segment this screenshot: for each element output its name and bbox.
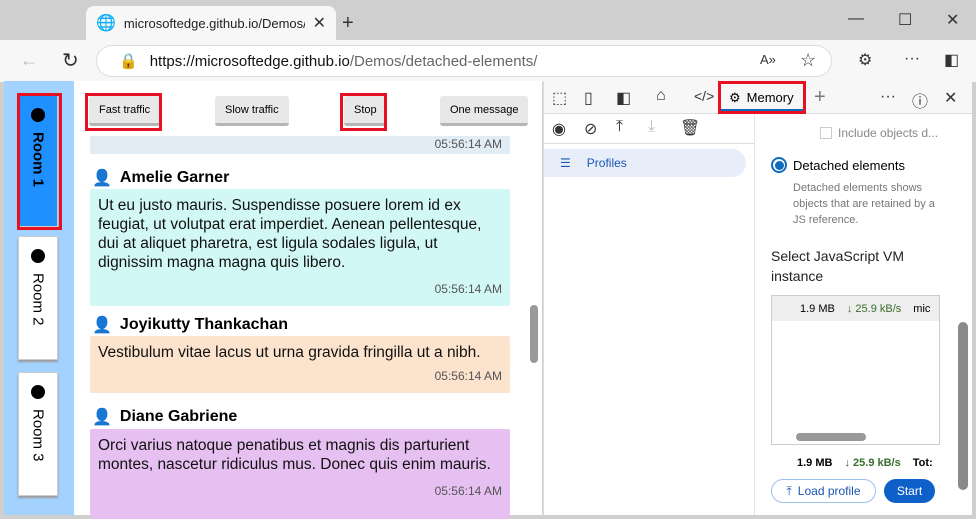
chat-scrollbar[interactable]: [528, 143, 541, 513]
device-icon[interactable]: ▯: [584, 88, 593, 108]
vm-name: mic: [913, 303, 930, 315]
url-host: https://microsoftedge.github.io: [150, 53, 350, 70]
total-label: Tot:: [913, 457, 933, 469]
total-size: 1.9 MB: [797, 457, 832, 469]
radio-label: Detached elements: [793, 158, 905, 173]
memory-tab-label: Memory: [747, 90, 794, 105]
globe-icon: 🌐: [96, 13, 116, 33]
author-name: Diane Gabriene: [120, 408, 237, 426]
vm-size: 1.9 MB: [800, 303, 835, 315]
devtools-scrollbar[interactable]: [958, 322, 968, 490]
slow-traffic-button[interactable]: Slow traffic: [215, 96, 289, 126]
profiles-label: Profiles: [587, 156, 627, 170]
highlight: [340, 93, 387, 131]
inspect-icon[interactable]: ⬚: [552, 88, 567, 108]
lock-icon: 🔒: [119, 52, 138, 70]
timestamp: 05:56:14 AM: [98, 482, 502, 501]
detached-description: Detached elements shows objects that are…: [793, 180, 943, 228]
detached-elements-radio[interactable]: Detached elements: [771, 157, 905, 173]
user-icon: 👤: [92, 168, 112, 188]
message-text: Vestibulum vitae lacus ut urna gravida f…: [98, 343, 502, 362]
vm-rate: ↓ 25.9 kB/s: [847, 303, 901, 315]
select-vm-heading: Select JavaScript VM instance: [771, 246, 941, 286]
help-icon[interactable]: ⓘ: [912, 88, 928, 112]
add-tab-icon[interactable]: +: [814, 86, 826, 109]
close-tab-icon[interactable]: ✕: [313, 13, 326, 33]
back-icon[interactable]: ←: [20, 50, 38, 71]
user-icon: 👤: [92, 315, 112, 335]
start-button[interactable]: Start: [884, 479, 935, 503]
vm-total: 1.9 MB ↓ 25.9 kB/s Tot:: [797, 457, 940, 469]
elements-icon[interactable]: </>: [694, 88, 714, 104]
button-label: Load profile: [798, 484, 861, 498]
more-tools-icon[interactable]: ···: [880, 88, 896, 106]
author-name: Amelie Garner: [120, 169, 229, 187]
timestamp: 05:56:14 AM: [98, 280, 502, 299]
record-icon[interactable]: ◉: [552, 119, 566, 139]
message-text: Ut eu justo mauris. Suspendisse posuere …: [98, 196, 502, 272]
upload-icon[interactable]: ⤒: [616, 118, 623, 136]
room-2-button[interactable]: Room 2: [18, 236, 58, 360]
more-icon[interactable]: ···: [904, 50, 920, 68]
message-author: 👤 Joyikutty Thankachan: [92, 315, 288, 335]
memory-tab[interactable]: ⚙ Memory: [718, 81, 806, 114]
user-icon: 👤: [92, 407, 112, 427]
refresh-icon[interactable]: ↻: [62, 48, 79, 73]
timestamp: 05:56:14 AM: [435, 137, 502, 151]
sidebar-icon[interactable]: ◧: [944, 50, 959, 70]
maximize-icon[interactable]: ☐: [898, 10, 912, 30]
minimize-icon[interactable]: —: [848, 10, 864, 28]
tab-title: microsoftedge.github.io/Demos/d: [124, 16, 305, 31]
sliders-icon: ☰: [560, 156, 571, 170]
extensions-icon[interactable]: ⚙: [858, 50, 872, 70]
vm-instance-list: 1.9 MB ↓ 25.9 kB/s mic: [771, 295, 940, 445]
scroll-thumb[interactable]: [530, 305, 538, 363]
timestamp: 05:56:14 AM: [98, 367, 502, 386]
url-path: /Demos/detached-elements/: [350, 53, 538, 70]
profiles-item[interactable]: ☰ Profiles: [544, 149, 746, 177]
close-window-icon[interactable]: ✕: [946, 10, 959, 30]
close-devtools-icon[interactable]: ✕: [944, 88, 957, 108]
vm-instance-row[interactable]: 1.9 MB ↓ 25.9 kB/s mic: [772, 296, 939, 321]
highlight: [85, 93, 162, 131]
include-objects-checkbox[interactable]: Include objects d...: [820, 126, 938, 140]
favorite-icon[interactable]: ☆: [800, 50, 816, 71]
browser-tab[interactable]: 🌐 microsoftedge.github.io/Demos/d ✕: [86, 6, 336, 40]
message-author: 👤 Diane Gabriene: [92, 407, 237, 427]
trash-icon[interactable]: 🗑: [680, 118, 700, 138]
dot-icon: [31, 385, 45, 399]
room-3-button[interactable]: Room 3: [18, 372, 58, 496]
read-aloud-icon[interactable]: A»: [760, 52, 776, 67]
room-label: Room 3: [30, 409, 47, 462]
checkbox-label: Include objects d...: [838, 126, 938, 140]
message-bubble: Ut eu justo mauris. Suspendisse posuere …: [90, 189, 510, 306]
load-profile-button[interactable]: ⤒ Load profile: [771, 479, 876, 503]
total-rate: ↓ 25.9 kB/s: [844, 457, 900, 469]
h-scroll-thumb[interactable]: [796, 433, 866, 441]
message-bubble: Orci varius natoque penatibus et magnis …: [90, 429, 510, 519]
room-label: Room 2: [30, 273, 47, 326]
dot-icon: [31, 249, 45, 263]
previous-message: 05:56:14 AM: [90, 136, 510, 154]
highlight: [17, 93, 62, 230]
url: https://microsoftedge.github.io/Demos/de…: [150, 53, 538, 70]
clear-icon[interactable]: ⊘: [584, 119, 597, 139]
message-author: 👤 Amelie Garner: [92, 168, 229, 188]
memory-chip-icon: ⚙: [729, 90, 741, 106]
new-tab-icon[interactable]: +: [342, 12, 354, 35]
one-message-button[interactable]: One message: [440, 96, 528, 126]
upload-icon: ⤒: [786, 484, 791, 499]
download-icon[interactable]: ⤓: [648, 118, 655, 136]
message-bubble: Vestibulum vitae lacus ut urna gravida f…: [90, 336, 510, 393]
home-icon[interactable]: ⌂: [656, 87, 666, 105]
dock-icon[interactable]: ◧: [616, 88, 631, 108]
address-bar[interactable]: 🔒 https://microsoftedge.github.io/Demos/…: [96, 45, 832, 77]
author-name: Joyikutty Thankachan: [120, 316, 288, 334]
message-text: Orci varius natoque penatibus et magnis …: [98, 436, 502, 474]
